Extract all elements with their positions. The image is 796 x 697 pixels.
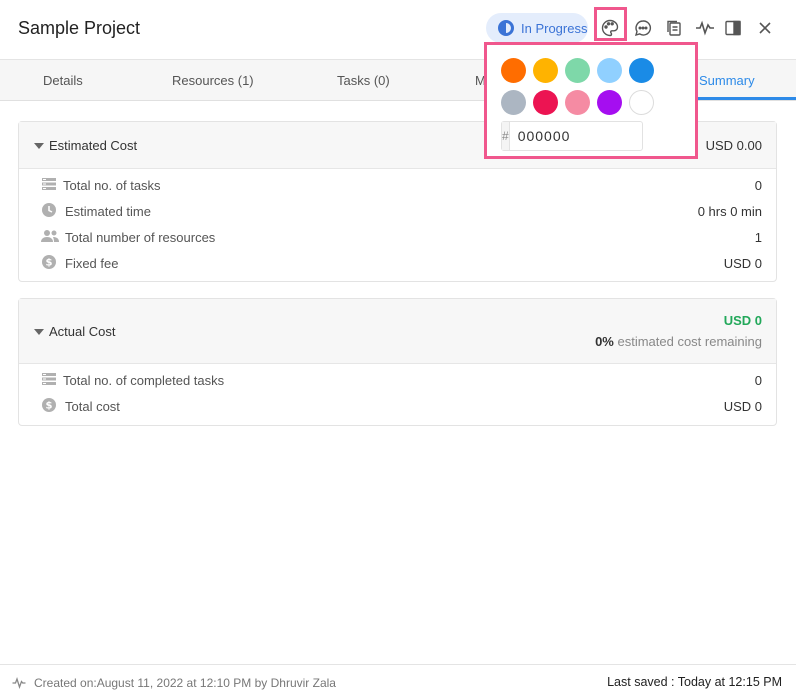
- row-value: 0: [754, 178, 762, 193]
- row-label: Estimated time: [65, 204, 151, 219]
- hex-field: #: [501, 121, 699, 151]
- remaining-percent: 0%: [595, 334, 614, 349]
- last-saved-text: Last saved : Today at 12:15 PM: [607, 675, 782, 689]
- table-row: $ Fixed fee USD 0: [19, 250, 776, 276]
- svg-text:$: $: [46, 258, 53, 269]
- color-picker-popup: #: [484, 42, 699, 159]
- remaining-text: estimated cost remaining: [617, 334, 762, 349]
- actual-cost-title: Actual Cost: [49, 324, 116, 339]
- estimated-cost-title: Estimated Cost: [49, 138, 138, 153]
- row-value: USD 0: [723, 399, 762, 414]
- caret-down-icon[interactable]: [34, 329, 44, 335]
- table-row: Estimated time 0 hrs 0 min: [19, 198, 776, 224]
- color-swatch-mint[interactable]: [565, 58, 590, 83]
- sidebar-panel-icon[interactable]: [722, 17, 744, 39]
- row-label: Total number of resources: [65, 230, 216, 245]
- caret-down-icon[interactable]: [34, 143, 44, 149]
- color-swatch-amber[interactable]: [533, 58, 558, 83]
- row-label: Total no. of completed tasks: [63, 373, 225, 388]
- copy-icon[interactable]: [663, 17, 685, 39]
- color-swatch-blue[interactable]: [629, 58, 654, 83]
- row-value: 1: [754, 230, 762, 245]
- row-value: 0 hrs 0 min: [697, 204, 762, 219]
- progress-icon: [498, 20, 514, 36]
- svg-text:$: $: [46, 401, 53, 412]
- table-row: Total no. of completed tasks 0: [19, 367, 776, 393]
- close-icon[interactable]: [754, 17, 776, 39]
- color-swatch-gray[interactable]: [501, 90, 526, 115]
- row-value: 0: [754, 373, 762, 388]
- actual-cost-total: USD 0: [723, 313, 762, 328]
- created-text: Created on:August 11, 2022 at 12:10 PM b…: [34, 676, 336, 690]
- actual-cost-header[interactable]: Actual Cost USD 0 0% estimated cost rema…: [19, 299, 776, 364]
- color-swatch-white[interactable]: [629, 90, 654, 115]
- page-title: Sample Project: [18, 18, 141, 38]
- dollar-icon: $: [42, 255, 56, 269]
- tab-tasks[interactable]: Tasks (0): [337, 73, 390, 88]
- comment-icon[interactable]: [632, 17, 654, 39]
- status-badge[interactable]: In Progress: [486, 13, 588, 43]
- table-row: $ Total cost USD 0: [19, 393, 776, 419]
- row-label: Fixed fee: [65, 256, 119, 271]
- table-row: Total no. of tasks 0: [19, 172, 776, 198]
- people-icon: [41, 230, 59, 242]
- status-label: In Progress: [521, 20, 588, 36]
- row-value: USD 0: [723, 256, 762, 271]
- row-label: Total cost: [65, 399, 120, 414]
- clock-icon: [42, 203, 56, 217]
- footer: Created on:August 11, 2022 at 12:10 PM b…: [0, 664, 796, 697]
- tab-summary[interactable]: Summary: [699, 73, 755, 88]
- palette-icon[interactable]: [599, 17, 621, 39]
- tasks-icon: [42, 373, 56, 385]
- estimated-cost-total: USD 0.00: [705, 138, 762, 153]
- table-row: Total number of resources 1: [19, 224, 776, 250]
- dollar-icon: $: [42, 398, 56, 412]
- row-label: Total no. of tasks: [63, 178, 161, 193]
- activity-icon: [12, 677, 26, 689]
- color-swatch-pink[interactable]: [565, 90, 590, 115]
- hex-input[interactable]: [509, 122, 699, 150]
- tasks-icon: [42, 178, 56, 190]
- tab-details[interactable]: Details: [43, 73, 83, 88]
- remaining-summary: 0% estimated cost remaining: [595, 334, 762, 349]
- activity-icon[interactable]: [694, 17, 716, 39]
- tab-resources[interactable]: Resources (1): [172, 73, 254, 88]
- color-swatch-crimson[interactable]: [533, 90, 558, 115]
- created-info: Created on:August 11, 2022 at 12:10 PM b…: [12, 676, 336, 690]
- hex-prefix: #: [502, 122, 510, 150]
- color-swatch-light-blue[interactable]: [597, 58, 622, 83]
- actual-cost-card: Actual Cost USD 0 0% estimated cost rema…: [18, 298, 777, 426]
- color-swatch-purple[interactable]: [597, 90, 622, 115]
- color-swatch-orange[interactable]: [501, 58, 526, 83]
